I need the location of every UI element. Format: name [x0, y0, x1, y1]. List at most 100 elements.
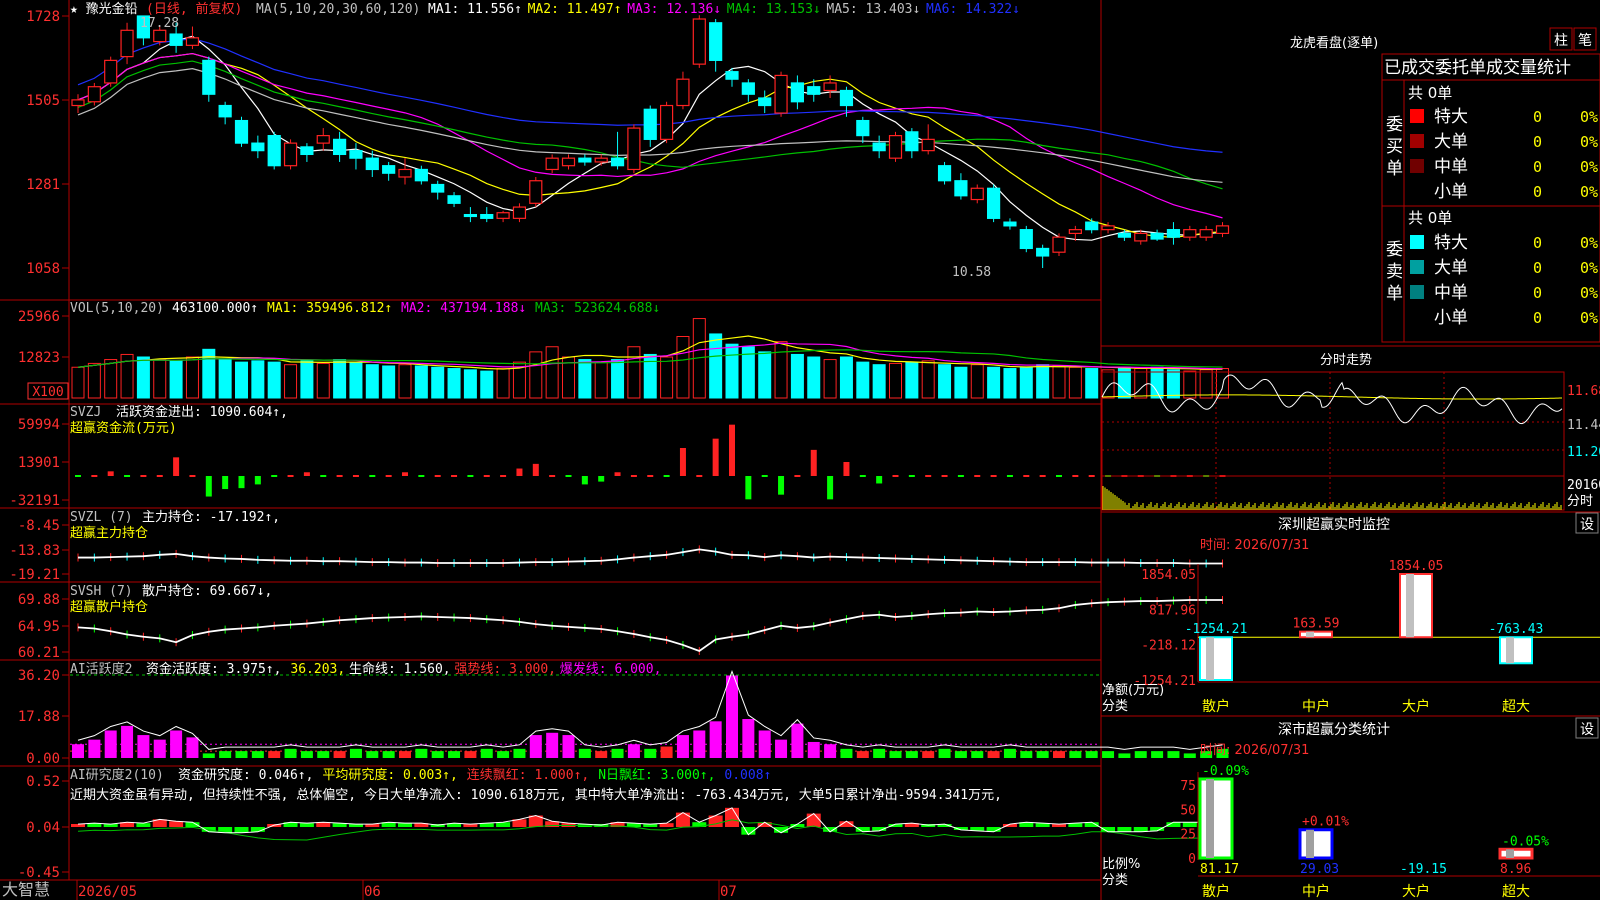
svzl_panel-item-1: 主力持仓: -17.192↑, — [142, 510, 280, 525]
sell_rows-swatch-2 — [1410, 285, 1424, 299]
ai1-bar-18 — [366, 751, 379, 758]
svzl-axis-label-2: -19.21 — [9, 567, 60, 583]
svzj-bar-46 — [827, 476, 834, 500]
ai-research-panel — [71, 807, 1230, 841]
vol-bar-55 — [970, 364, 984, 399]
svsh-header: SVSH (7) 散户持仓: 69.667↓, 超赢散户持仓 — [70, 583, 272, 615]
sz-monitor-cat-3: 超大 — [1502, 699, 1530, 715]
candle-body-18 — [365, 157, 379, 171]
svzj-mark-16 — [336, 475, 343, 477]
svzj-bar-40 — [729, 424, 735, 476]
candle-body-38 — [692, 18, 706, 65]
sell_rows-pct-1: 0% — [1580, 259, 1598, 277]
svsh-axis-label-1: 64.95 — [18, 619, 60, 635]
ai1-axis-label-2: 0.00 — [26, 751, 60, 767]
ai1-bar-23 — [448, 751, 461, 758]
vol-bar-58 — [1019, 366, 1033, 399]
low-marker: 10.58 — [952, 265, 991, 280]
sz-class-settings-label[interactable]: 设 — [1580, 722, 1594, 738]
sz-class-bar-shade-0 — [1206, 778, 1214, 858]
vol-unit-label: X100 — [32, 385, 63, 400]
ai1-bar-60 — [1053, 751, 1065, 758]
candle-body-25 — [480, 213, 494, 219]
svzl-axis-label-1: -13.83 — [9, 543, 60, 559]
ma-item-6: MA6: 14.322↓ — [926, 2, 1020, 17]
ai1-bar-68 — [1183, 753, 1196, 758]
candle-body-14 — [300, 146, 314, 156]
svzj-bar-14 — [303, 472, 310, 476]
ma-item-5: MA5: 13.403↓ — [826, 2, 920, 17]
svzj-bar-10 — [238, 476, 245, 489]
vol-bar-39 — [709, 333, 723, 399]
candle-body-27 — [512, 206, 527, 219]
sell_rows-val-1: 0 — [1533, 259, 1542, 277]
vol-bar-40 — [725, 343, 739, 399]
sz-class-value-2: -19.15 — [1400, 862, 1447, 877]
candle-body-29 — [545, 157, 559, 171]
sz-monitor-panel: 深圳超赢实时监控 设 时间: 2026/07/31 1854.05 817.96 -… — [1102, 512, 1600, 715]
sell_rows-pct-0: 0% — [1580, 234, 1598, 252]
ai1-bar-59 — [1036, 751, 1049, 758]
period-label[interactable]: (日线, 前复权) — [146, 1, 242, 17]
vol-bar-23 — [447, 368, 461, 399]
buy_rows-pct-0: 0% — [1580, 108, 1598, 126]
bar-mode-label[interactable]: 柱 — [1554, 33, 1568, 49]
vol-bar-10 — [235, 361, 248, 399]
sell-title-char-2: 单 — [1386, 284, 1403, 304]
ai1-bar-7 — [186, 737, 199, 758]
main-price-panel: 17.28 10.58 — [71, 15, 1230, 280]
sell_rows-pct-2: 0% — [1580, 284, 1598, 302]
svzj-mark-53 — [941, 475, 948, 477]
svzj-mark-18 — [369, 475, 376, 477]
price-axis-label-3: 1058 — [26, 261, 60, 277]
ai1-bar-24 — [464, 751, 477, 758]
ma-item-1: MA1: 11.556↑ — [428, 2, 522, 17]
candle-body-61 — [1068, 229, 1082, 234]
ai1-bar-66 — [1151, 751, 1164, 758]
vol-bar-16 — [333, 359, 347, 399]
svzj-bar-9 — [222, 476, 229, 490]
vol-bar-17 — [349, 361, 363, 399]
sz-monitor-bar-1 — [1299, 630, 1333, 639]
sz-monitor-settings-label[interactable]: 设 — [1580, 517, 1594, 533]
ai-active-label: AI活跃度2 — [70, 661, 132, 677]
sz-class-bar-shade-1 — [1306, 829, 1314, 858]
vol-bar-14 — [300, 360, 314, 399]
candle-body-47 — [839, 89, 854, 107]
svzj-mark-52 — [925, 475, 932, 477]
svzj-mark-15 — [320, 475, 327, 477]
sell-total: 共 0单 — [1408, 209, 1452, 227]
svzj-mark-19 — [385, 475, 392, 477]
ai1-bar-19 — [382, 751, 395, 758]
ai1-bar-2 — [104, 730, 117, 758]
sz-class-bar-shade-3 — [1506, 849, 1514, 858]
x-label-1: 06 — [364, 884, 381, 900]
stock-chart-canvas[interactable]: ★ 豫光金铅 (日线, 前复权) MA(5,10,20,30,60,120) M… — [0, 0, 1600, 900]
ai-active-panel — [70, 670, 1229, 758]
sz-monitor-value-0: -1254.21 — [1185, 622, 1248, 637]
svsh-axis-label-0: 69.88 — [18, 592, 60, 608]
svzj-bar-41 — [745, 476, 752, 500]
svzj-header: SVZJ 活跃资金进出: 1090.604↑, 超赢资金流(万元) — [70, 404, 288, 436]
candle-body-55 — [970, 187, 984, 201]
vol-bar-62 — [1085, 368, 1099, 399]
sz-monitor-bar-0 — [1199, 636, 1233, 682]
vol-bar-21 — [414, 365, 428, 399]
tick-mode-label[interactable]: 笔 — [1578, 33, 1592, 49]
candle-body-17 — [349, 150, 363, 159]
svzj-bar-45 — [810, 449, 817, 476]
sz-class-title: 深市超赢分类统计 — [1278, 721, 1390, 738]
ai1-bar-33 — [611, 748, 624, 758]
ai2-avg-line — [77, 819, 1223, 841]
ai_active_panel-item-5: 爆发线: 6.000, — [560, 661, 662, 677]
ai1-bar-41 — [742, 719, 755, 758]
sell-title-char-0: 委 — [1386, 240, 1403, 260]
svzj-mark-0 — [75, 475, 81, 477]
sell_rows-label-1: 大单 — [1434, 258, 1468, 278]
vol-bar-12 — [267, 361, 281, 399]
sz-monitor-bar-shade-2 — [1406, 574, 1414, 638]
stock-name[interactable]: ★ 豫光金铅 — [70, 1, 138, 17]
candle-body-22 — [431, 183, 445, 193]
vol-bar-44 — [790, 353, 804, 399]
vol-bar-49 — [872, 364, 886, 399]
